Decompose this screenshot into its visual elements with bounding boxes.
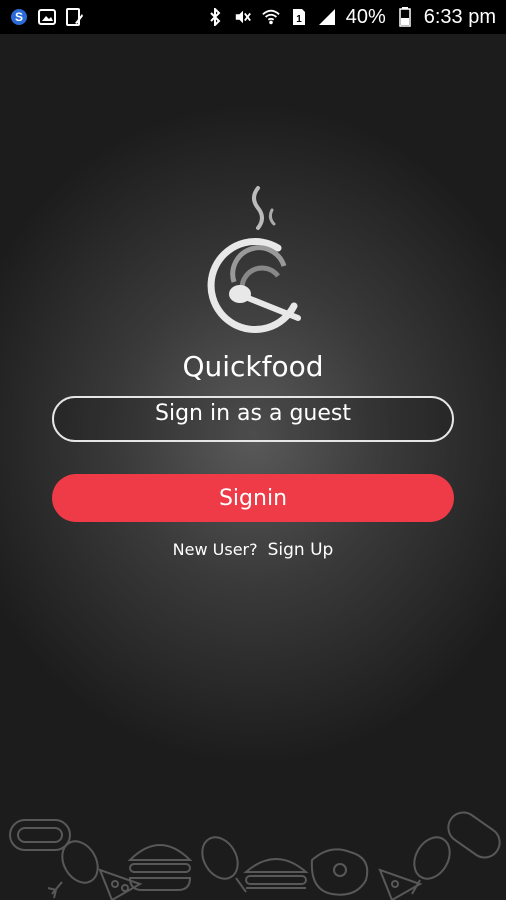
burger-icon	[243, 858, 309, 889]
signup-link[interactable]: Sign Up	[268, 540, 334, 560]
new-user-label: New User?	[172, 540, 258, 559]
svg-text:1: 1	[296, 14, 302, 25]
mute-icon	[234, 8, 252, 26]
svg-text:S: S	[15, 10, 23, 24]
steak-icon	[310, 848, 369, 896]
status-bar: S 1 40% 6:33 pm	[0, 0, 506, 34]
bluetooth-icon	[206, 8, 224, 26]
chicken-leg-icon	[47, 840, 99, 899]
signal-icon	[318, 8, 336, 26]
chicken-leg-icon	[411, 836, 451, 895]
steaming-bowl-spoon-icon	[198, 184, 310, 334]
hotdog-icon	[9, 819, 71, 851]
sync-s-icon: S	[10, 8, 28, 26]
login-screen: Quickfood Sign in as a guest Signin New …	[0, 34, 506, 900]
wifi-icon	[262, 8, 280, 26]
battery-icon	[396, 7, 414, 27]
hotdog-icon	[447, 811, 501, 859]
sim-1-icon: 1	[290, 8, 308, 26]
signin-button[interactable]: Signin	[52, 474, 454, 522]
gallery-icon	[38, 8, 56, 26]
edit-icon	[66, 8, 84, 26]
app-name: Quickfood	[182, 350, 324, 383]
pizza-slice-icon	[98, 868, 143, 900]
status-bar-left: S	[10, 8, 84, 26]
clock: 6:33 pm	[423, 5, 496, 28]
battery-percent: 40%	[345, 5, 386, 28]
status-bar-right: 1 40% 6:33 pm	[206, 6, 496, 29]
food-illustration	[0, 800, 506, 900]
guest-signin-button[interactable]: Sign in as a guest	[52, 396, 454, 442]
pizza-slice-icon	[378, 868, 423, 900]
signup-row: New User? Sign Up	[0, 540, 506, 560]
chicken-leg-icon	[201, 836, 247, 893]
